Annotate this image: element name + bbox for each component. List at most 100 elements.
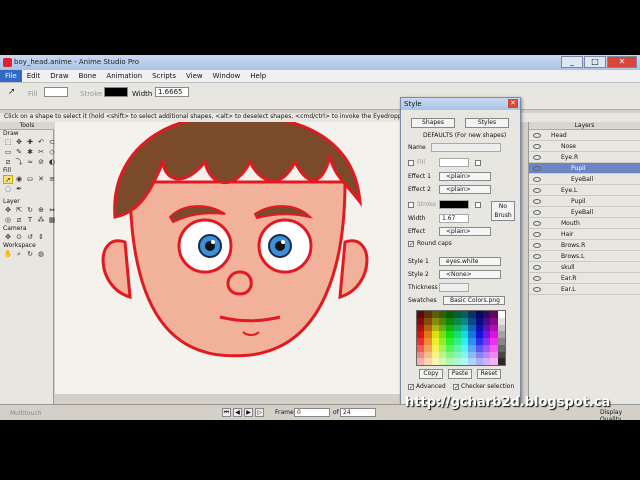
color-swatch[interactable]	[439, 317, 447, 325]
eye-icon[interactable]	[533, 188, 541, 193]
color-swatch[interactable]	[490, 317, 498, 325]
style-close-icon[interactable]: ✕	[508, 99, 518, 108]
menu-file[interactable]: File	[0, 70, 22, 82]
add-point-icon[interactable]: ✚	[25, 138, 35, 147]
effect-select[interactable]: <plain>	[439, 227, 491, 236]
eye-icon[interactable]	[533, 199, 541, 204]
color-swatch[interactable]	[461, 358, 469, 365]
color-swatch[interactable]	[439, 311, 447, 318]
swatches-select[interactable]: Basic Colors.png	[443, 296, 505, 305]
curvature-icon[interactable]: ↶	[36, 138, 46, 147]
color-swatch[interactable]	[417, 358, 425, 365]
color-swatch[interactable]	[439, 344, 447, 352]
color-swatch[interactable]	[475, 358, 483, 365]
color-swatch[interactable]	[424, 344, 432, 352]
color-swatch[interactable]	[431, 331, 439, 338]
stroke-width-input[interactable]: 1.67	[439, 214, 469, 223]
paste-button[interactable]: Paste	[448, 369, 472, 379]
step-forward-icon[interactable]: ▷	[255, 408, 264, 417]
layer-row[interactable]: Pupil	[529, 196, 640, 207]
step-back-icon[interactable]: ◀	[233, 408, 242, 417]
color-swatch[interactable]	[475, 344, 483, 352]
color-swatch[interactable]	[461, 317, 469, 325]
color-swatch[interactable]	[468, 338, 476, 345]
color-swatch[interactable]	[439, 331, 447, 338]
color-swatch[interactable]	[453, 324, 461, 332]
layer-row[interactable]: Hair	[529, 229, 640, 240]
menu-window[interactable]: Window	[208, 70, 246, 82]
particle-layer-icon[interactable]: ⁂	[36, 216, 46, 225]
layer-row[interactable]: Brows.L	[529, 251, 640, 262]
eye-icon[interactable]	[533, 254, 541, 259]
color-swatch[interactable]	[490, 351, 498, 359]
color-swatch[interactable]	[446, 317, 454, 325]
color-swatch[interactable]	[417, 324, 425, 332]
color-swatch[interactable]	[417, 311, 425, 318]
freehand-icon[interactable]: ✎	[14, 148, 24, 157]
fill-color-swatch[interactable]	[44, 87, 68, 97]
color-swatch[interactable]	[461, 338, 469, 345]
style1-select[interactable]: eyes.white	[439, 257, 501, 266]
color-swatch[interactable]	[417, 317, 425, 325]
no-brush-button[interactable]: No Brush	[491, 201, 515, 221]
layer-row[interactable]: Eye.L	[529, 185, 640, 196]
color-swatch[interactable]	[446, 338, 454, 345]
color-swatch[interactable]	[490, 338, 498, 345]
color-swatch[interactable]	[475, 317, 483, 325]
color-swatch[interactable]	[461, 324, 469, 332]
color-swatch[interactable]	[475, 331, 483, 338]
color-swatch[interactable]	[417, 338, 425, 345]
color-swatch[interactable]	[468, 358, 476, 365]
width-input[interactable]: 1.6665	[155, 87, 189, 97]
layer-row[interactable]: Brows.R	[529, 240, 640, 251]
color-swatch[interactable]	[424, 338, 432, 345]
minimize-button[interactable]: _	[561, 56, 583, 68]
eye-icon[interactable]	[533, 221, 541, 226]
color-swatch[interactable]	[453, 317, 461, 325]
layer-row[interactable]: Nose	[529, 141, 640, 152]
color-swatch[interactable]	[417, 351, 425, 359]
zoom-workspace-icon[interactable]: ⌕	[14, 250, 24, 259]
color-swatch[interactable]	[417, 344, 425, 352]
eye-icon[interactable]	[533, 287, 541, 292]
total-frames-input[interactable]: 24	[340, 408, 376, 417]
styles-tab[interactable]: Styles	[465, 118, 509, 128]
color-swatch[interactable]	[483, 331, 491, 338]
color-swatch[interactable]	[497, 324, 505, 332]
color-swatch[interactable]	[453, 311, 461, 318]
maximize-button[interactable]: □	[584, 56, 606, 68]
paint-bucket-icon[interactable]: ⛀	[25, 175, 35, 184]
advanced-checkbox[interactable]: ✓	[408, 384, 414, 391]
color-swatch[interactable]	[453, 331, 461, 338]
color-swatch[interactable]	[439, 351, 447, 359]
translate-layer-icon[interactable]: ✥	[3, 206, 13, 215]
layer-row[interactable]: Ear.R	[529, 273, 640, 284]
color-swatch[interactable]	[431, 358, 439, 365]
color-swatch[interactable]	[483, 317, 491, 325]
color-swatch[interactable]	[439, 338, 447, 345]
drawing-canvas[interactable]	[55, 122, 405, 394]
track-camera-icon[interactable]: ✥	[3, 233, 13, 242]
color-swatch[interactable]	[497, 338, 505, 345]
scale-layer-icon[interactable]: ⇱	[14, 206, 24, 215]
bend-icon[interactable]: ⤵	[14, 158, 24, 167]
color-swatch[interactable]	[468, 351, 476, 359]
color-swatch[interactable]	[453, 351, 461, 359]
layer-row[interactable]: Pupil	[529, 163, 640, 174]
color-swatch[interactable]	[497, 358, 505, 365]
eye-icon[interactable]	[533, 265, 541, 270]
name-input[interactable]	[431, 143, 501, 152]
color-swatch[interactable]	[439, 358, 447, 365]
color-swatch[interactable]	[453, 344, 461, 352]
noise-icon[interactable]: ≈	[25, 158, 35, 167]
eye-icon[interactable]	[533, 133, 541, 138]
layer-row[interactable]: Mouth	[529, 218, 640, 229]
eye-icon[interactable]	[533, 155, 541, 160]
color-swatch[interactable]	[483, 344, 491, 352]
color-swatch[interactable]	[490, 311, 498, 318]
style2-select[interactable]: <None>	[439, 270, 501, 279]
menu-scripts[interactable]: Scripts	[147, 70, 181, 82]
color-swatch[interactable]	[431, 351, 439, 359]
color-swatch[interactable]	[490, 331, 498, 338]
delete-shape-icon[interactable]: ✕	[36, 175, 46, 184]
